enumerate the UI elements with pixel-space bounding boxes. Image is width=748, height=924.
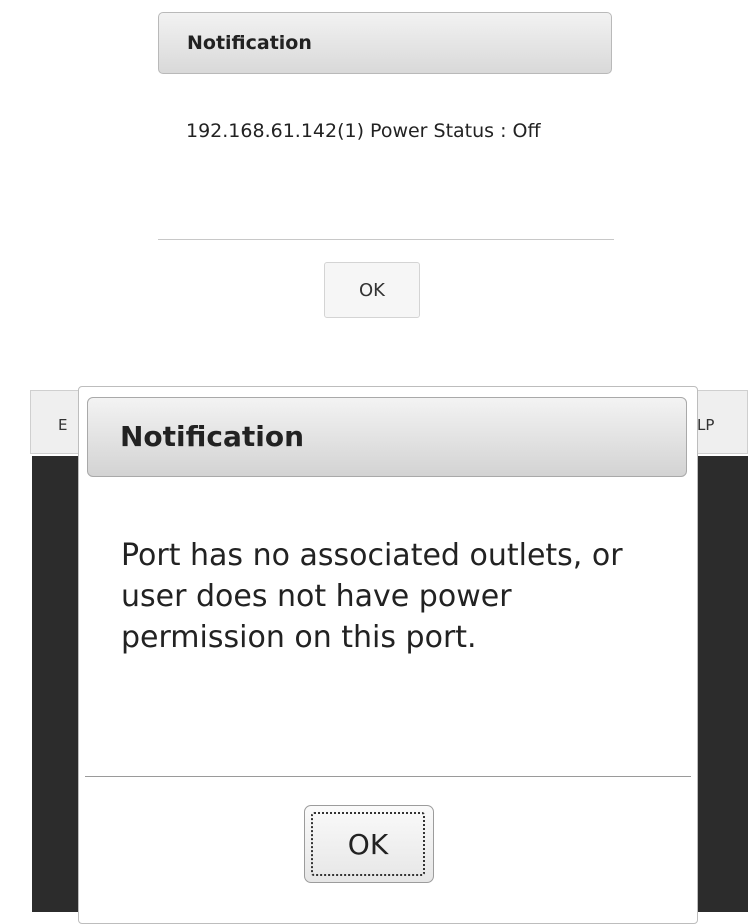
notification-dialog-power-status: Notification 192.168.61.142(1) Power Sta…: [158, 12, 614, 348]
dialog-message: 192.168.61.142(1) Power Status : Off: [186, 120, 541, 142]
background-header-label-left: E: [58, 416, 68, 434]
background-panel-left: [32, 456, 82, 912]
notification-dialog-permission: Notification Port has no associated outl…: [78, 386, 698, 924]
ok-button-label: OK: [311, 812, 425, 876]
background-header-label-right: LP: [697, 416, 715, 434]
ok-button[interactable]: OK: [304, 805, 434, 883]
dialog-header: Notification: [87, 397, 687, 477]
dialog-header: Notification: [158, 12, 612, 74]
dialog-title: Notification: [187, 32, 312, 54]
dialog-message: Port has no associated outlets, or user …: [121, 538, 623, 655]
dialog-title: Notification: [120, 420, 305, 453]
ok-button[interactable]: OK: [324, 262, 420, 318]
dialog-divider: [158, 239, 614, 240]
screenshot-canvas: Notification 192.168.61.142(1) Power Sta…: [0, 0, 748, 924]
background-panel-right: [694, 456, 748, 912]
dialog-divider: [85, 776, 691, 777]
